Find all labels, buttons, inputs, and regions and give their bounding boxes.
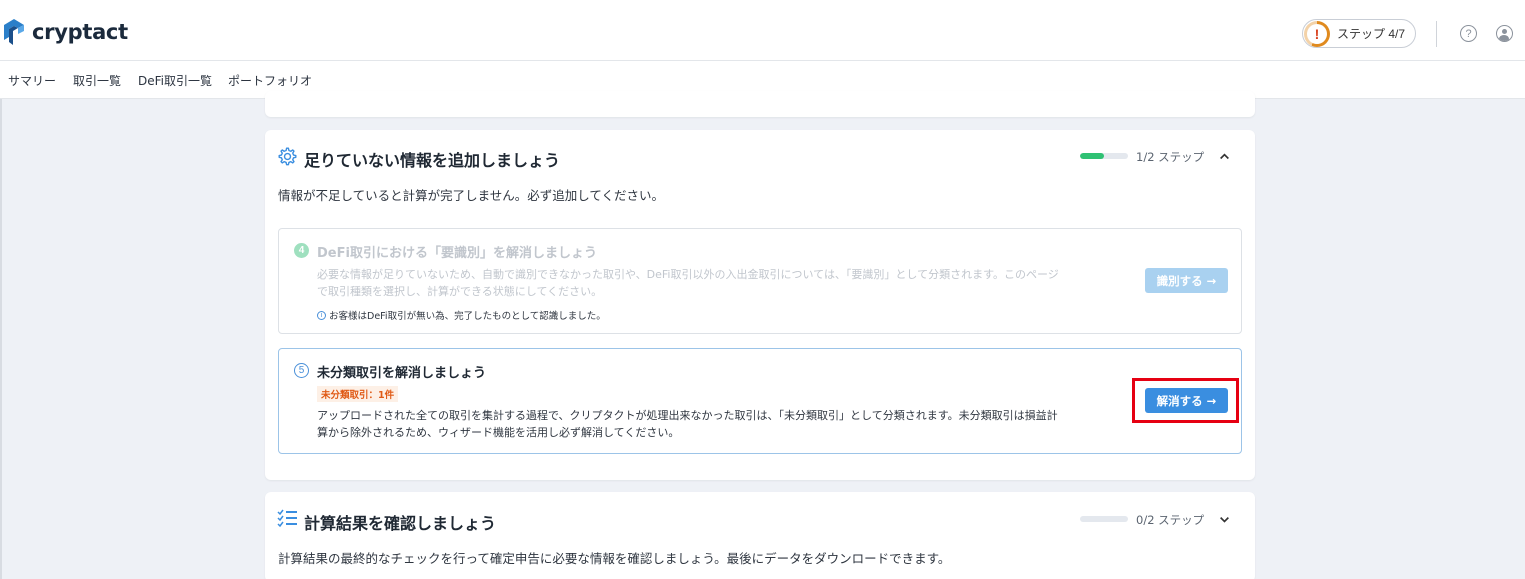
section-description: 情報が不足していると計算が完了しません。必ず追加してください。 — [278, 188, 665, 203]
task-title: 未分類取引を解消しましょう — [317, 366, 487, 381]
section-title: 足りていない情報を追加しましょう — [304, 151, 561, 170]
task-title: DeFi取引における「要識別」を解消しましょう — [317, 246, 597, 261]
step-number-badge: 5 — [294, 363, 309, 378]
task-description-line-1: 必要な情報が足りていないため、自動で識別できなかった取引や、DeFi取引以外の入… — [317, 268, 1059, 281]
user-icon[interactable] — [1496, 25, 1513, 42]
resolve-button[interactable]: 解消する → — [1145, 388, 1228, 413]
logo[interactable]: cryptact — [4, 19, 128, 45]
section-progress-label: 1/2 ステップ — [1136, 150, 1205, 164]
header-divider — [1436, 21, 1437, 47]
section-progress-bar — [1080, 153, 1128, 159]
wizard-step-indicator[interactable]: ! ステップ 4/7 — [1302, 19, 1416, 48]
section-progress-bar — [1080, 516, 1128, 522]
help-icon[interactable]: ? — [1460, 25, 1477, 42]
logo-text: cryptact — [32, 20, 128, 44]
section-progress-label: 0/2 ステップ — [1136, 513, 1205, 527]
previous-section-card — [265, 91, 1255, 117]
nav-item-defi-transactions[interactable]: DeFi取引一覧 — [138, 72, 212, 89]
left-border — [0, 99, 2, 579]
task-description-line-2: で取引種類を選択し、計算ができる状態にしてください。 — [317, 285, 603, 298]
checklist-icon — [277, 509, 297, 528]
nav-item-summary[interactable]: サマリー — [8, 72, 56, 89]
task-note-text: お客様はDeFi取引が無い為、完了したものとして認識しました。 — [329, 311, 606, 322]
nav-item-portfolio[interactable]: ポートフォリオ — [228, 72, 312, 89]
step-number-badge: 4 — [294, 243, 309, 258]
info-icon: i — [317, 310, 326, 320]
chevron-down-icon[interactable] — [1219, 514, 1230, 525]
section-description: 計算結果の最終的なチェックを行って確定申告に必要な情報を確認しましょう。最後にデ… — [278, 551, 951, 566]
step-progress-ring: ! — [1304, 20, 1330, 47]
task-description-line-2: 算から除外されるため、ウィザード機能を活用し必ず解消してください。 — [317, 426, 680, 439]
unclassified-count-badge: 未分類取引：1件 — [317, 386, 399, 402]
step-label: ステップ 4/7 — [1337, 27, 1406, 41]
task-description-line-1: アップロードされた全ての取引を集計する過程で、クリプタクトが処理出来なかった取引… — [317, 409, 1058, 422]
chevron-up-icon[interactable] — [1219, 151, 1230, 162]
gear-icon — [278, 147, 297, 166]
identify-button[interactable]: 識別する → — [1145, 268, 1228, 293]
task-note: i お客様はDeFi取引が無い為、完了したものとして認識しました。 — [317, 308, 606, 322]
section-title: 計算結果を確認しましょう — [304, 514, 497, 533]
cryptact-logo-icon — [4, 19, 24, 45]
top-bar: cryptact ! ステップ 4/7 ? — [0, 0, 1525, 61]
alert-icon: ! — [1314, 25, 1320, 42]
nav-item-transactions[interactable]: 取引一覧 — [73, 72, 121, 89]
section-progress-fill — [1080, 153, 1104, 159]
